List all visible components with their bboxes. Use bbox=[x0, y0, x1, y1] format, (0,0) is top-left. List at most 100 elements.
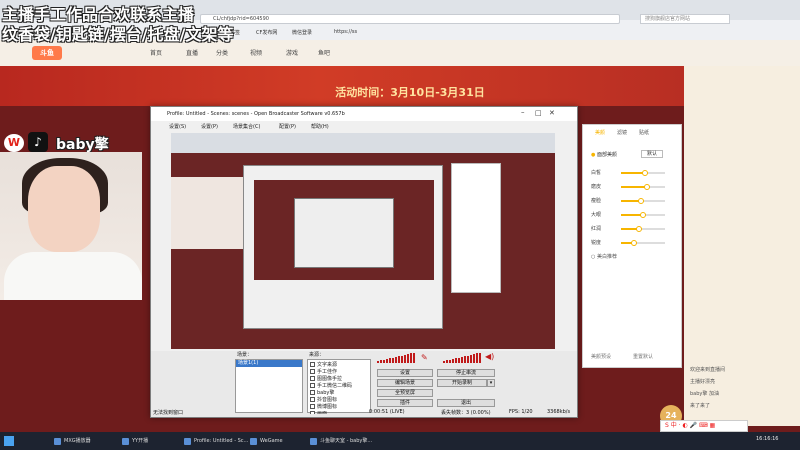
radio-on-icon: ● bbox=[591, 152, 596, 158]
obs-window: Profile: Untitled - Scenes: scenes - Ope… bbox=[150, 106, 578, 418]
obs-title-bar: Profile: Untitled - Scenes: scenes - Ope… bbox=[151, 107, 577, 121]
extra-toggle[interactable]: ○ 美白推荐 bbox=[591, 253, 617, 260]
menu-item[interactable]: 设置(S) bbox=[169, 123, 186, 130]
weibo-icon: W bbox=[4, 134, 24, 152]
obs-preview bbox=[171, 133, 555, 349]
windows-start-icon[interactable] bbox=[4, 436, 14, 446]
radio-off-icon: ○ bbox=[591, 254, 596, 260]
desktop-volume-meter[interactable] bbox=[443, 353, 481, 363]
checkbox[interactable] bbox=[310, 397, 315, 402]
slider-smooth[interactable]: 磨皮 bbox=[591, 183, 675, 191]
source-item[interactable]: 微博图标 bbox=[310, 403, 337, 410]
start-record-button[interactable]: 开始录制 bbox=[437, 379, 487, 387]
mic-volume-meter[interactable] bbox=[377, 353, 415, 363]
sources-label: 来源： bbox=[309, 352, 325, 358]
checkbox[interactable] bbox=[310, 404, 315, 409]
menu-item[interactable]: 设置(P) bbox=[201, 123, 218, 130]
chat-message: 欢迎来到直播间 bbox=[690, 367, 726, 373]
site-logo[interactable]: 斗鱼 bbox=[32, 46, 62, 60]
bookmark-item[interactable]: CF发布网 bbox=[256, 29, 277, 36]
checkbox[interactable] bbox=[310, 369, 315, 374]
menu-item[interactable]: 帮助(H) bbox=[311, 123, 329, 130]
slider-rosy[interactable]: 红润 bbox=[591, 225, 675, 233]
obs-menu-bar: 设置(S) 设置(P) 场景集合(C) 配置(P) 帮助(H) bbox=[151, 121, 577, 131]
tab-sticker[interactable]: 贴纸 bbox=[639, 129, 649, 136]
fps-readout: FPS: 1/20 bbox=[509, 409, 533, 415]
exit-button[interactable]: 退出 bbox=[437, 399, 495, 407]
sources-list[interactable]: 文字来源 手工佳作 图图像手拉 手工微信二维码 baby擎 抖音图标 微博图标 … bbox=[307, 359, 371, 414]
maximize-icon[interactable]: □ bbox=[535, 109, 542, 117]
taskbar-item[interactable]: 斗鱼聊天室 - baby擎... bbox=[308, 435, 372, 447]
source-item[interactable]: 画面 bbox=[310, 410, 327, 414]
chevron-down-icon[interactable]: ▾ bbox=[487, 379, 495, 387]
slider-slim-face[interactable]: 瘦脸 bbox=[591, 197, 675, 205]
source-item[interactable]: 图图像手拉 bbox=[310, 375, 342, 382]
dropped-frames: 丢失帧数：3 (0.00%) bbox=[441, 410, 491, 416]
streamer-name: baby擎 bbox=[56, 137, 109, 153]
tab-beauty[interactable]: 美颜 bbox=[595, 129, 605, 136]
preset-select[interactable]: 默认 bbox=[641, 150, 663, 158]
stop-stream-button[interactable]: 停止串流 bbox=[437, 369, 495, 377]
menu-item[interactable]: 配置(P) bbox=[279, 123, 296, 130]
source-item[interactable]: 抖音图标 bbox=[310, 396, 337, 403]
nav-live[interactable]: 直播 bbox=[186, 48, 198, 57]
nav-forum[interactable]: 鱼吧 bbox=[318, 48, 330, 57]
search-box[interactable]: 搜狗旗舰店官方网站 bbox=[640, 14, 730, 24]
status-message: 无法找到窗口 bbox=[153, 410, 184, 416]
checkbox[interactable] bbox=[310, 390, 315, 395]
nested-obs-preview bbox=[254, 180, 434, 280]
fullscreen-preview-button[interactable]: 全预览屏 bbox=[377, 389, 433, 397]
reset-default-link[interactable]: 重置默认 bbox=[633, 353, 653, 360]
source-item[interactable]: baby擎 bbox=[310, 389, 334, 396]
slider-whiten[interactable]: 白皙 bbox=[591, 169, 675, 177]
nav-game[interactable]: 游戏 bbox=[286, 48, 298, 57]
close-icon[interactable]: ✕ bbox=[549, 109, 555, 117]
checkbox[interactable] bbox=[310, 411, 315, 414]
scene-item[interactable]: 场景1(1) bbox=[236, 360, 302, 367]
address-bar[interactable]: CL/chfjdp?rid=604590 bbox=[200, 14, 620, 24]
tab-filter[interactable]: 滤镜 bbox=[617, 129, 627, 136]
taskbar-item[interactable]: Profile: Untitled - Sc... bbox=[182, 435, 248, 447]
settings-button[interactable]: 设置 bbox=[377, 369, 433, 377]
bitrate-readout: 3368kb/s bbox=[547, 409, 571, 415]
tiktok-icon: ♪ bbox=[28, 132, 48, 152]
chat-panel: 欢迎来到直播间 主播好漂亮 baby擎 加油 来了来了 bbox=[684, 66, 800, 426]
source-item[interactable]: 文字来源 bbox=[310, 361, 337, 368]
scenes-list[interactable]: 场景1(1) bbox=[235, 359, 303, 413]
stream-time: 0:00:51 (LIVE) bbox=[369, 409, 405, 415]
bookmark-item[interactable]: https://ss bbox=[334, 29, 357, 35]
nav-home[interactable]: 首页 bbox=[150, 48, 162, 57]
webcam-face bbox=[28, 166, 100, 252]
taskbar-item[interactable]: MXG播放器 bbox=[52, 435, 91, 447]
source-item[interactable]: 手工微信二维码 bbox=[310, 382, 352, 389]
minimize-icon[interactable]: – bbox=[521, 108, 525, 116]
beauty-toggle[interactable]: ● 面部美颜 bbox=[591, 151, 617, 158]
taskbar-item[interactable]: YY开播 bbox=[120, 435, 148, 447]
menu-item[interactable]: 场景集合(C) bbox=[233, 123, 260, 130]
nav-video[interactable]: 视频 bbox=[250, 48, 262, 57]
nested-webcam bbox=[171, 177, 243, 249]
beauty-preset-link[interactable]: 美颜预设 bbox=[591, 353, 611, 360]
chat-message: baby擎 加油 bbox=[690, 391, 719, 397]
nav-category[interactable]: 分类 bbox=[216, 48, 228, 57]
taskbar-item[interactable]: WeGame bbox=[248, 435, 283, 447]
plugins-button[interactable]: 插件 bbox=[377, 399, 433, 407]
chat-message: 来了来了 bbox=[690, 403, 711, 409]
ime-toolbar[interactable]: S 中 · ◐ 🎤 ⌨ ▦ bbox=[660, 420, 748, 432]
edit-scene-button[interactable]: 编辑场景 bbox=[377, 379, 433, 387]
checkbox[interactable] bbox=[310, 383, 315, 388]
bookmark-item[interactable]: 微信登录 bbox=[292, 29, 312, 36]
screen: CL/chfjdp?rid=604590 搜狗旗舰店官方网站 书签 CF发布网 … bbox=[0, 0, 800, 450]
nested-obs-inner bbox=[294, 198, 394, 268]
beauty-panel: 美颜 滤镜 贴纸 ● 面部美颜 默认 白皙 磨皮 瘦脸 大眼 红润 锐度 ○ 美… bbox=[582, 124, 682, 368]
checkbox[interactable] bbox=[310, 362, 315, 367]
slider-big-eye[interactable]: 大眼 bbox=[591, 211, 675, 219]
slider-sharpen[interactable]: 锐度 bbox=[591, 239, 675, 247]
microphone-icon[interactable]: ✎ bbox=[421, 353, 428, 362]
speaker-icon[interactable]: ◀) bbox=[485, 352, 494, 361]
taskbar: MXG播放器 YY开播 Profile: Untitled - Sc... We… bbox=[0, 432, 800, 450]
obs-controls: 场景： 场景1(1) 来源： 文字来源 手工佳作 图图像手拉 手工微信二维码 b… bbox=[151, 351, 577, 417]
nested-beauty-panel bbox=[451, 163, 501, 293]
checkbox[interactable] bbox=[310, 376, 315, 381]
source-item[interactable]: 手工佳作 bbox=[310, 368, 337, 375]
